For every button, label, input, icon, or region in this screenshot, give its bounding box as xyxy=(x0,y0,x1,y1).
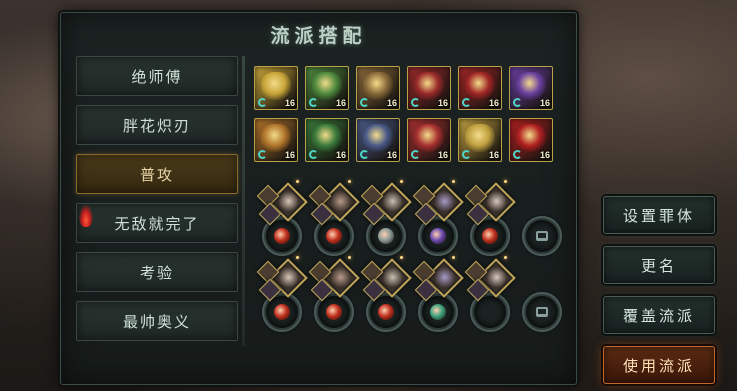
equipment-art xyxy=(312,72,342,100)
sparkle-icon xyxy=(504,256,507,259)
equipment-level: 16 xyxy=(488,150,499,160)
panel-title: 流派搭配 xyxy=(270,25,367,47)
sparkle-icon xyxy=(400,256,403,259)
refine-mark-icon xyxy=(309,98,318,107)
sparkle-icon xyxy=(452,256,455,259)
rename-button[interactable]: 更名 xyxy=(603,246,715,284)
refine-mark-icon xyxy=(360,150,369,159)
equipment-art xyxy=(363,124,393,152)
equipment-art xyxy=(516,72,546,100)
equipment-level: 16 xyxy=(539,98,550,108)
equipment-art xyxy=(363,72,393,100)
emerald-robe-icon[interactable]: 16 xyxy=(305,118,349,162)
equipment-art xyxy=(465,124,495,152)
set-body-button[interactable]: 设置罪体 xyxy=(603,196,715,234)
tab-loadout-3[interactable]: 普攻 xyxy=(76,154,238,194)
slot-core-icon xyxy=(430,228,446,244)
bronze-armor-icon[interactable]: 16 xyxy=(356,66,400,110)
equipment-level: 16 xyxy=(437,98,448,108)
refine-mark-icon xyxy=(309,150,318,159)
equipment-art xyxy=(516,124,546,152)
skill-slot[interactable] xyxy=(522,216,562,256)
sparkle-icon xyxy=(504,180,507,183)
equipment-level: 16 xyxy=(335,150,346,160)
equipment-level: 16 xyxy=(284,150,295,160)
tab-loadout-1[interactable]: 绝师傅 xyxy=(76,56,238,96)
slot-core-icon xyxy=(482,228,498,244)
tab-loadout-2[interactable]: 胖花炽刃 xyxy=(76,105,238,145)
sparkle-icon xyxy=(400,180,403,183)
ruby-belt-icon[interactable]: 16 xyxy=(407,118,451,162)
equipment-level: 16 xyxy=(437,150,448,160)
refine-mark-icon xyxy=(258,98,267,107)
sparkle-icon xyxy=(348,256,351,259)
overwrite-loadout-button[interactable]: 覆盖流派 xyxy=(603,296,715,334)
equipment-art xyxy=(261,124,291,152)
amber-claw-icon[interactable]: 16 xyxy=(254,118,298,162)
jade-gauntlet-icon[interactable]: 16 xyxy=(305,66,349,110)
slot-core-icon xyxy=(274,228,290,244)
slot-core-icon xyxy=(274,304,290,320)
equipment-art xyxy=(465,72,495,100)
equipment-art xyxy=(261,72,291,100)
equipment-level: 16 xyxy=(386,150,397,160)
scarlet-blade-icon[interactable]: 16 xyxy=(509,118,553,162)
divider xyxy=(242,56,245,346)
equipment-level: 16 xyxy=(488,98,499,108)
refine-mark-icon xyxy=(513,150,522,159)
crimson-cloak-icon[interactable]: 16 xyxy=(407,66,451,110)
refine-mark-icon xyxy=(462,98,471,107)
gilded-helm-icon[interactable]: 16 xyxy=(458,118,502,162)
sparkle-icon xyxy=(452,180,455,183)
tab-loadout-5[interactable]: 考验 xyxy=(76,252,238,292)
equipment-level: 16 xyxy=(539,150,550,160)
red-boots-icon[interactable]: 16 xyxy=(458,66,502,110)
equipment-level: 16 xyxy=(386,98,397,108)
tab-loadout-6[interactable]: 最帅奥义 xyxy=(76,301,238,341)
sparkle-icon xyxy=(296,180,299,183)
use-loadout-button[interactable]: 使用流派 xyxy=(603,346,715,384)
refine-mark-icon xyxy=(360,98,369,107)
empty-slot-icon xyxy=(536,231,548,241)
equipment-level: 16 xyxy=(335,98,346,108)
refine-mark-icon xyxy=(513,98,522,107)
empty-slot-icon xyxy=(536,307,548,317)
refine-mark-icon xyxy=(462,150,471,159)
equipment-art xyxy=(414,124,444,152)
skill-slot[interactable] xyxy=(522,292,562,332)
equipment-art xyxy=(414,72,444,100)
slot-core-icon xyxy=(326,304,342,320)
sparkle-icon xyxy=(296,256,299,259)
slot-core-icon xyxy=(378,304,394,320)
refine-mark-icon xyxy=(258,150,267,159)
sparkle-icon xyxy=(348,180,351,183)
equipment-level: 16 xyxy=(284,98,295,108)
violet-serpent-ring-icon[interactable]: 16 xyxy=(509,66,553,110)
golden-bell-relic-icon[interactable]: 16 xyxy=(254,66,298,110)
refine-mark-icon xyxy=(411,150,420,159)
refine-mark-icon xyxy=(411,98,420,107)
slot-core-icon xyxy=(378,228,394,244)
skull-necklace-icon[interactable]: 16 xyxy=(356,118,400,162)
equipment-art xyxy=(312,124,342,152)
tab-loadout-4[interactable]: 无敌就完了 xyxy=(76,203,238,243)
flame-indicator-icon xyxy=(79,205,93,227)
slot-core-icon xyxy=(430,304,446,320)
slot-core-icon xyxy=(326,228,342,244)
